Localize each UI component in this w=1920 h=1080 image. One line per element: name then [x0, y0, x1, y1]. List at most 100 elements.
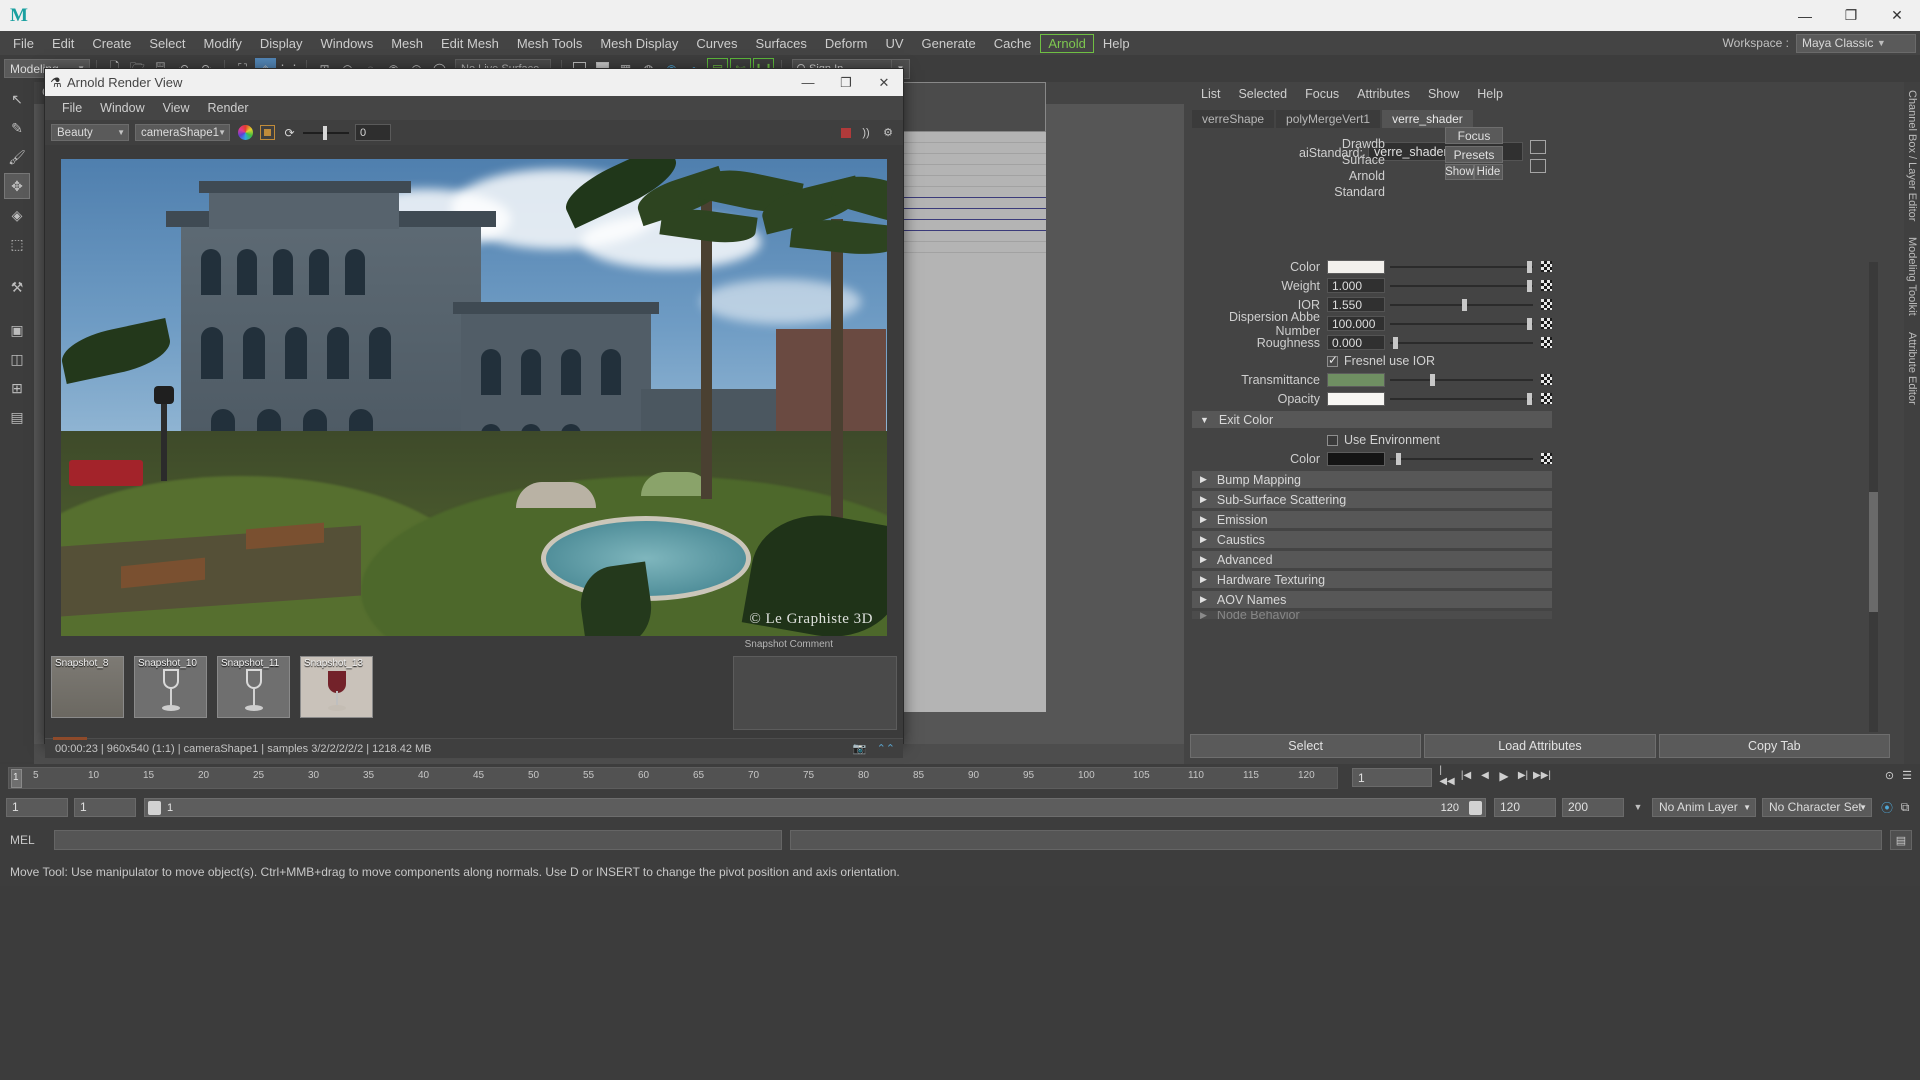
range-slider-track[interactable]: 1 120	[144, 797, 1486, 817]
maximize-button[interactable]: ❐	[1828, 0, 1874, 31]
section-advanced[interactable]: ▶ Advanced	[1192, 551, 1552, 568]
ior-value-field[interactable]: 1.550	[1327, 297, 1385, 312]
arnold-menu-window[interactable]: Window	[91, 101, 153, 115]
attr-menu-help[interactable]: Help	[1468, 87, 1512, 101]
region-render-icon[interactable]	[260, 125, 275, 140]
ior-slider[interactable]	[1390, 298, 1533, 311]
attribute-editor-scrollbar[interactable]	[1869, 262, 1878, 732]
menu-surfaces[interactable]: Surfaces	[747, 34, 816, 53]
move-tool-icon[interactable]: ✥	[4, 173, 30, 199]
chevron-down-icon[interactable]: ▼	[1630, 802, 1646, 812]
animation-preferences-icon[interactable]: ☰	[1902, 769, 1912, 782]
rotate-tool-icon[interactable]: ◈	[4, 202, 30, 228]
dispersion-value-field[interactable]: 100.000	[1327, 316, 1385, 331]
dock-channel-box-label[interactable]: Channel Box / Layer Editor	[1904, 82, 1920, 229]
scrollbar-thumb[interactable]	[1869, 492, 1878, 612]
exit-color-swatch[interactable]	[1327, 451, 1385, 466]
snapshot-item[interactable]: Snapshot_11	[217, 656, 290, 718]
play-forward-icon[interactable]: ▶	[1497, 768, 1511, 783]
camera-dropdown[interactable]: cameraShape1 ▼	[135, 124, 230, 141]
attr-menu-focus[interactable]: Focus	[1296, 87, 1348, 101]
menu-edit-mesh[interactable]: Edit Mesh	[432, 34, 508, 53]
focus-button[interactable]: Focus	[1445, 127, 1503, 144]
dock-attribute-editor-label[interactable]: Attribute Editor	[1904, 324, 1920, 413]
dispersion-slider[interactable]	[1390, 317, 1533, 330]
range-start-field[interactable]: 1	[6, 797, 68, 817]
tab-verre-shader[interactable]: verre_shader	[1382, 110, 1473, 128]
scale-tool-icon[interactable]: ⬚	[4, 231, 30, 257]
map-button-icon[interactable]	[1541, 299, 1552, 310]
roughness-value-field[interactable]: 0.000	[1327, 335, 1385, 350]
transmittance-slider[interactable]	[1390, 373, 1533, 386]
section-bump-mapping[interactable]: ▶ Bump Mapping	[1192, 471, 1552, 488]
arnold-menu-view[interactable]: View	[154, 101, 199, 115]
section-emission[interactable]: ▶ Emission	[1192, 511, 1552, 528]
map-button-icon[interactable]	[1541, 318, 1552, 329]
minimize-button[interactable]: —	[1782, 0, 1828, 31]
range-end-knob[interactable]	[1469, 800, 1482, 815]
script-editor-icon[interactable]: ▤	[1890, 830, 1912, 850]
exposure-value-field[interactable]: 0	[355, 124, 391, 141]
map-button-icon[interactable]	[1541, 280, 1552, 291]
map-button-icon[interactable]	[1541, 453, 1552, 464]
attr-menu-list[interactable]: List	[1192, 87, 1229, 101]
snapshot-item[interactable]: Snapshot_8	[51, 656, 124, 718]
opacity-slider[interactable]	[1390, 392, 1533, 405]
color-swatch[interactable]	[1327, 259, 1385, 274]
gear-icon[interactable]: ⚙	[881, 126, 895, 140]
aov-dropdown[interactable]: Beauty ▼	[51, 124, 129, 141]
menu-create[interactable]: Create	[83, 34, 140, 53]
two-pane-layout-icon[interactable]: ◫	[4, 346, 30, 372]
step-forward-frame-icon[interactable]: ▶|	[1516, 768, 1530, 783]
four-pane-layout-icon[interactable]: ⊞	[4, 375, 30, 401]
current-frame-field[interactable]: 1	[1352, 768, 1432, 787]
menu-windows[interactable]: Windows	[311, 34, 382, 53]
playback-options-icon[interactable]: ⧉	[1896, 800, 1914, 815]
menu-mesh-tools[interactable]: Mesh Tools	[508, 34, 592, 53]
menu-generate[interactable]: Generate	[913, 34, 985, 53]
presets-button[interactable]: Presets	[1445, 146, 1503, 163]
use-environment-checkbox[interactable]	[1327, 434, 1338, 446]
transmittance-swatch[interactable]	[1327, 372, 1385, 387]
opacity-swatch[interactable]	[1327, 391, 1385, 406]
attr-menu-selected[interactable]: Selected	[1229, 87, 1296, 101]
arnold-close-button[interactable]: ✕	[865, 69, 903, 96]
mel-command-input[interactable]	[54, 830, 783, 850]
collapse-chevron-icon[interactable]: ⌃⌃	[877, 742, 895, 755]
range-start-knob[interactable]	[148, 800, 161, 815]
section-aov-names[interactable]: ▶ AOV Names	[1192, 591, 1552, 608]
step-back-frame-icon[interactable]: ◀	[1478, 768, 1492, 783]
input-connection-icon[interactable]	[1530, 140, 1546, 154]
single-pane-layout-icon[interactable]: ▣	[4, 317, 30, 343]
fresnel-use-ior-checkbox[interactable]	[1327, 353, 1338, 367]
lasso-tool-icon[interactable]: ✎	[4, 115, 30, 141]
arnold-maximize-button[interactable]: ❐	[827, 69, 865, 96]
anim-layer-dropdown[interactable]: No Anim Layer ▼	[1652, 797, 1756, 817]
copy-tab-button[interactable]: Copy Tab	[1658, 734, 1890, 758]
menu-edit[interactable]: Edit	[43, 34, 83, 53]
time-slider-track[interactable]: 1 5 10 15 20 25 30 35 40 45 50 55 60 65 70 75 80 85 90 95 1…	[8, 767, 1338, 789]
exit-color-slider[interactable]	[1390, 452, 1533, 465]
auto-key-icon[interactable]: ⊙	[1885, 769, 1894, 782]
snapshot-item[interactable]: Snapshot_10	[134, 656, 207, 718]
map-button-icon[interactable]	[1541, 337, 1552, 348]
rendered-image[interactable]: © Le Graphiste 3D	[61, 159, 887, 636]
map-button-icon[interactable]	[1541, 393, 1552, 404]
menu-arnold[interactable]: Arnold	[1040, 33, 1094, 53]
menu-curves[interactable]: Curves	[687, 34, 746, 53]
go-to-end-icon[interactable]: ▶▶|	[1533, 768, 1551, 783]
select-button[interactable]: Select	[1190, 734, 1422, 758]
menu-uv[interactable]: UV	[876, 34, 912, 53]
weight-slider[interactable]	[1390, 279, 1533, 292]
last-tool-icon[interactable]: ⚒	[4, 274, 30, 300]
outliner-persp-layout-icon[interactable]: ▤	[4, 404, 30, 430]
menu-mesh[interactable]: Mesh	[382, 34, 432, 53]
roughness-slider[interactable]	[1390, 336, 1533, 349]
output-connection-icon[interactable]	[1530, 159, 1546, 173]
color-slider[interactable]	[1390, 260, 1533, 273]
menu-help[interactable]: Help	[1094, 34, 1139, 53]
section-exit-color[interactable]: ▼ Exit Color	[1192, 411, 1552, 428]
menu-mesh-display[interactable]: Mesh Display	[591, 34, 687, 53]
camera-snapshot-icon[interactable]: 📷	[853, 742, 867, 755]
color-channels-icon[interactable]	[238, 125, 253, 140]
